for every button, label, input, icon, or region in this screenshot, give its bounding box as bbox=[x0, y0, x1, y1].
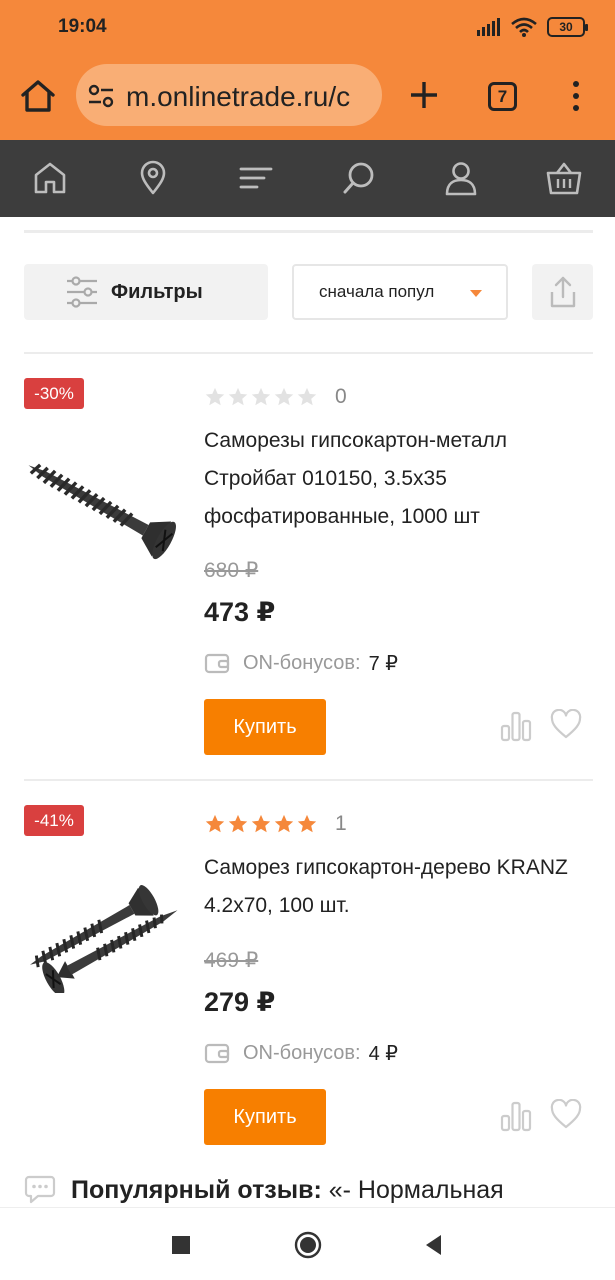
review-count[interactable]: 1 bbox=[335, 812, 347, 836]
catalog-menu-icon[interactable] bbox=[238, 160, 274, 196]
recents-icon[interactable] bbox=[168, 1232, 194, 1258]
product-title[interactable]: Саморез гипсокартон-дерево KRANZ 4.2x70,… bbox=[204, 849, 604, 925]
site-nav-bar bbox=[0, 140, 615, 217]
bonus-label: ON-бонусов: bbox=[243, 651, 361, 674]
review-excerpt: «- Нормальная bbox=[321, 1176, 504, 1204]
price: 473 ₽ bbox=[204, 597, 276, 627]
wifi-icon bbox=[511, 17, 537, 37]
signal-icon bbox=[477, 18, 500, 36]
profile-icon[interactable] bbox=[443, 160, 479, 196]
product-title[interactable]: Саморезы гипсокартон-металл Стройбат 010… bbox=[204, 422, 604, 536]
comment-icon bbox=[24, 1175, 56, 1204]
review-text: Популярный отзыв: «- Нормальная bbox=[71, 1176, 504, 1205]
search-icon[interactable] bbox=[341, 160, 377, 196]
discount-badge: -41% bbox=[24, 805, 84, 836]
chevron-down-icon bbox=[470, 290, 482, 297]
product-card: -41% 1 Саморез гипсокартон-дерево KRANZ … bbox=[0, 781, 615, 1161]
favorite-heart-icon[interactable] bbox=[550, 709, 582, 739]
share-icon bbox=[550, 276, 576, 308]
star-filled-icon bbox=[297, 814, 317, 833]
location-pin-icon[interactable] bbox=[135, 160, 171, 196]
battery-icon: 30 bbox=[547, 17, 588, 37]
status-bar: 19:04 30 bbox=[0, 0, 615, 52]
discount-badge: -30% bbox=[24, 378, 84, 409]
sort-select[interactable]: сначала попул bbox=[292, 264, 508, 320]
price: 279 ₽ bbox=[204, 987, 276, 1017]
compare-icon[interactable] bbox=[500, 710, 532, 742]
cart-icon[interactable] bbox=[546, 160, 582, 196]
wallet-icon bbox=[204, 1043, 230, 1064]
site-settings-icon[interactable] bbox=[88, 84, 114, 108]
more-menu-icon[interactable] bbox=[566, 78, 586, 114]
system-nav-bar bbox=[0, 1207, 615, 1280]
status-time: 19:04 bbox=[58, 16, 107, 37]
home-icon[interactable] bbox=[18, 76, 58, 116]
star-empty-icon bbox=[228, 387, 248, 406]
bonus-info: ON-бонусов: 4 ₽ bbox=[204, 1040, 398, 1066]
browser-toolbar: m.onlinetrade.ru/c 7 bbox=[0, 60, 615, 132]
browser-chrome: 19:04 30 m.onlinetrade.ru/c 7 bbox=[0, 0, 615, 140]
star-filled-icon bbox=[228, 814, 248, 833]
url-text[interactable]: m.onlinetrade.ru/c bbox=[126, 81, 350, 113]
new-tab-icon[interactable] bbox=[407, 78, 441, 112]
battery-level: 30 bbox=[559, 20, 573, 34]
old-price: 469 ₽ bbox=[204, 949, 259, 972]
review-count[interactable]: 0 bbox=[335, 385, 347, 409]
tab-count: 7 bbox=[497, 87, 508, 106]
buy-button[interactable]: Купить bbox=[204, 699, 326, 755]
product-rating: 0 bbox=[204, 385, 347, 409]
tabs-icon[interactable]: 7 bbox=[488, 82, 517, 111]
popular-review[interactable]: Популярный отзыв: «- Нормальная bbox=[24, 1170, 615, 1210]
bonus-info: ON-бонусов: 7 ₽ bbox=[204, 650, 398, 676]
favorite-heart-icon[interactable] bbox=[550, 1099, 582, 1129]
address-bar[interactable]: m.onlinetrade.ru/c bbox=[76, 64, 382, 126]
bonus-label: ON-бонусов: bbox=[243, 1041, 361, 1064]
star-empty-icon bbox=[251, 387, 271, 406]
share-button[interactable] bbox=[532, 264, 593, 320]
star-filled-icon bbox=[274, 814, 294, 833]
star-filled-icon bbox=[205, 814, 225, 833]
star-empty-icon bbox=[205, 387, 225, 406]
product-card: -30% 0 Саморезы гипсокартон-металл Строй bbox=[0, 354, 615, 779]
buy-button[interactable]: Купить bbox=[204, 1089, 326, 1145]
filters-button[interactable]: Фильтры bbox=[24, 264, 268, 320]
product-image[interactable] bbox=[20, 450, 186, 562]
home-icon[interactable] bbox=[32, 160, 68, 196]
star-empty-icon bbox=[297, 387, 317, 406]
home-circle-icon[interactable] bbox=[294, 1231, 322, 1259]
filters-icon bbox=[67, 276, 97, 308]
star-filled-icon bbox=[251, 814, 271, 833]
wallet-icon bbox=[204, 653, 230, 674]
bonus-value: 7 ₽ bbox=[368, 652, 398, 675]
sort-value: сначала попул bbox=[319, 282, 435, 301]
rating-stars bbox=[204, 386, 318, 408]
product-rating: 1 bbox=[204, 812, 347, 836]
product-image[interactable] bbox=[20, 881, 186, 993]
filters-label: Фильтры bbox=[111, 281, 203, 303]
compare-icon[interactable] bbox=[500, 1100, 532, 1132]
divider bbox=[24, 230, 593, 233]
status-icons: 30 bbox=[477, 16, 588, 38]
old-price: 680 ₽ bbox=[204, 559, 259, 582]
rating-stars bbox=[204, 813, 318, 835]
review-label: Популярный отзыв: bbox=[71, 1176, 322, 1204]
back-icon[interactable] bbox=[421, 1232, 447, 1258]
bonus-value: 4 ₽ bbox=[368, 1042, 398, 1065]
star-empty-icon bbox=[274, 387, 294, 406]
